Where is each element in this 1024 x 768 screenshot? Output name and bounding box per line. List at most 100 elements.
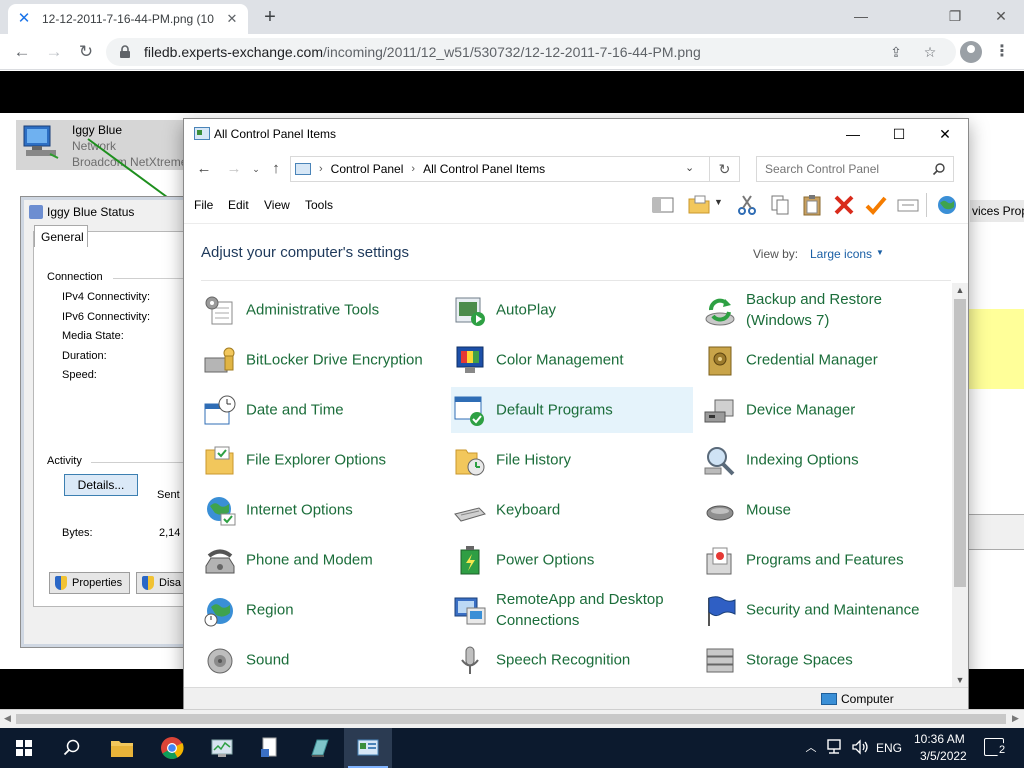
details-button[interactable]: Details... — [64, 474, 138, 496]
item-backup-restore[interactable]: Backup and Restore (Windows 7) — [701, 287, 943, 333]
menu-edit[interactable]: Edit — [228, 198, 249, 212]
item-file-history[interactable]: File History — [451, 437, 693, 483]
control-panel-content: Adjust your computer's settings View by:… — [184, 223, 968, 687]
taskbar-file-explorer[interactable] — [98, 728, 146, 768]
copy-icon[interactable] — [768, 193, 792, 217]
taskbar-task-manager[interactable] — [198, 728, 246, 768]
item-sound[interactable]: Sound — [201, 637, 443, 683]
chevron-down-icon[interactable]: ⌄ — [685, 161, 694, 174]
share-icon[interactable]: ⇪ — [886, 42, 906, 62]
globe-icon[interactable] — [935, 193, 959, 217]
breadcrumb[interactable]: › Control Panel › All Control Panel Item… — [290, 156, 710, 182]
clock-time[interactable]: 10:36 AM — [914, 732, 965, 746]
media-state-label: Media State: — [62, 330, 124, 342]
item-storage-spaces[interactable]: Storage Spaces — [701, 637, 943, 683]
new-tab-button[interactable]: + — [258, 5, 282, 29]
forward-icon[interactable]: → — [224, 159, 244, 179]
taskbar-control-panel[interactable] — [344, 728, 392, 768]
profile-avatar-icon[interactable] — [960, 41, 982, 63]
minimize-icon[interactable]: — — [838, 3, 884, 29]
search-button[interactable] — [48, 728, 96, 768]
close-tab-icon[interactable]: ✕ — [224, 11, 240, 27]
taskbar-chrome[interactable] — [148, 728, 196, 768]
item-keyboard[interactable]: Keyboard — [451, 487, 693, 533]
chevron-up-icon[interactable]: ︿ — [804, 739, 818, 757]
breadcrumb-control-panel[interactable]: Control Panel — [331, 162, 404, 176]
menu-view[interactable]: View — [264, 198, 290, 212]
close-icon[interactable]: ✕ — [922, 119, 968, 149]
item-credential-manager[interactable]: Credential Manager — [701, 337, 943, 383]
forward-icon[interactable]: → — [42, 40, 66, 64]
item-remoteapp[interactable]: RemoteApp and Desktop Connections — [451, 587, 693, 633]
scroll-left-icon[interactable]: ◀ — [4, 713, 11, 724]
taskbar-document-app[interactable] — [246, 728, 294, 768]
item-device-manager[interactable]: Device Manager — [701, 387, 943, 433]
item-phone-modem[interactable]: Phone and Modem — [201, 537, 443, 583]
paste-icon[interactable] — [800, 193, 824, 217]
address-bar[interactable]: filedb.experts-exchange.com/incoming/201… — [106, 38, 956, 66]
browser-tab[interactable]: ✕ 12-12-2011-7-16-44-PM.png (10 ✕ — [8, 4, 248, 34]
item-internet-options[interactable]: Internet Options — [201, 487, 443, 533]
item-bitlocker[interactable]: BitLocker Drive Encryption — [201, 337, 443, 383]
taskbar-app[interactable] — [296, 728, 344, 768]
minimize-icon[interactable]: — — [830, 119, 876, 149]
item-region[interactable]: Region — [201, 587, 443, 633]
properties-check-icon[interactable] — [864, 193, 888, 217]
view-by-dropdown[interactable]: Large icons — [810, 247, 872, 261]
horizontal-scrollbar[interactable]: ◀ ▶ — [0, 709, 1024, 728]
close-window-icon[interactable]: ✕ — [978, 3, 1024, 29]
preview-pane-icon[interactable] — [651, 193, 675, 217]
item-indexing-options[interactable]: Indexing Options — [701, 437, 943, 483]
menu-tools[interactable]: Tools — [305, 198, 333, 212]
item-administrative-tools[interactable]: Administrative Tools — [201, 287, 443, 333]
item-color-management[interactable]: Color Management — [451, 337, 693, 383]
menu-kebab-icon[interactable]: ⋮ — [994, 40, 1010, 64]
up-icon[interactable]: ↑ — [266, 159, 286, 179]
mouse-icon — [706, 505, 734, 521]
item-file-explorer-options[interactable]: File Explorer Options — [201, 437, 443, 483]
menu-file[interactable]: File — [194, 198, 213, 212]
scrollbar-thumb[interactable] — [16, 714, 1006, 724]
chevron-right-icon[interactable]: › — [319, 163, 323, 175]
item-autoplay[interactable]: AutoPlay — [451, 287, 693, 333]
scrollbar-thumb[interactable] — [954, 299, 966, 587]
volume-icon[interactable] — [850, 739, 870, 757]
refresh-icon[interactable]: ↻ — [710, 156, 740, 182]
clock-date[interactable]: 3/5/2022 — [920, 749, 967, 763]
folder-options-icon[interactable] — [687, 193, 711, 217]
tab-general[interactable]: General — [34, 225, 88, 247]
breadcrumb-all-items[interactable]: All Control Panel Items — [423, 162, 545, 176]
admin-tools-icon — [205, 296, 233, 325]
item-label: Keyboard — [496, 501, 561, 519]
item-power-options[interactable]: Power Options — [451, 537, 693, 583]
item-speech-recognition[interactable]: Speech Recognition — [451, 637, 693, 683]
chevron-down-icon[interactable]: ▼ — [876, 248, 884, 257]
scroll-down-icon[interactable]: ▼ — [952, 673, 968, 687]
network-icon[interactable] — [824, 739, 844, 757]
scroll-up-icon[interactable]: ▲ — [952, 283, 968, 297]
item-date-time[interactable]: Date and Time — [201, 387, 443, 433]
back-icon[interactable]: ← — [194, 159, 214, 179]
recent-locations-icon[interactable]: ⌄ — [246, 159, 266, 179]
delete-icon[interactable] — [832, 193, 856, 217]
item-programs-features[interactable]: Programs and Features — [701, 537, 943, 583]
properties-button[interactable]: Properties — [49, 572, 130, 594]
item-mouse[interactable]: Mouse — [701, 487, 943, 533]
reload-icon[interactable]: ↻ — [74, 40, 98, 64]
rename-icon[interactable] — [896, 193, 920, 217]
item-security-maintenance[interactable]: Security and Maintenance — [701, 587, 943, 633]
maximize-icon[interactable]: ☐ — [876, 119, 922, 149]
input-language[interactable]: ENG — [876, 741, 902, 755]
cut-icon[interactable] — [735, 193, 759, 217]
chevron-right-icon[interactable]: › — [411, 163, 415, 175]
vertical-scrollbar[interactable]: ▲ ▼ — [952, 283, 968, 687]
bookmark-star-icon[interactable]: ☆ — [920, 42, 940, 62]
disable-button[interactable]: Disa — [136, 572, 186, 594]
device-manager-icon — [704, 399, 734, 423]
start-button[interactable] — [0, 728, 48, 768]
restore-icon[interactable]: ❐ — [932, 3, 978, 29]
search-input[interactable] — [756, 156, 954, 182]
back-icon[interactable]: ← — [10, 40, 34, 64]
item-default-programs[interactable]: Default Programs — [451, 387, 693, 433]
scroll-right-icon[interactable]: ▶ — [1012, 713, 1019, 724]
